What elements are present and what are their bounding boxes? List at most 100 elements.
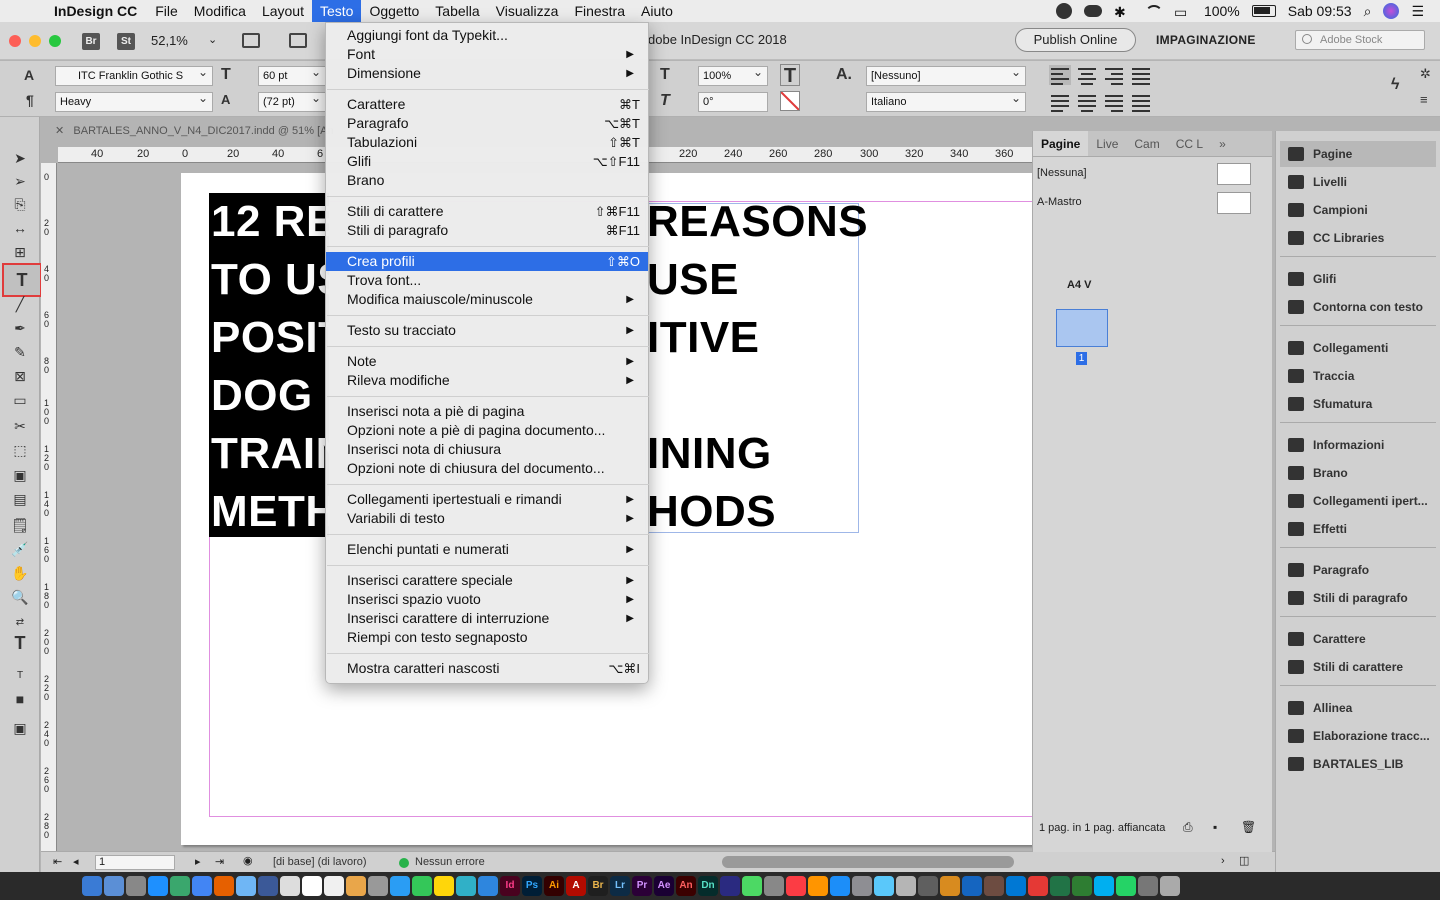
preflight-errors[interactable]: Nessun errore bbox=[415, 856, 485, 868]
app-icon-7[interactable] bbox=[962, 876, 982, 896]
gap-tool-icon[interactable]: ↔ bbox=[10, 218, 30, 238]
dock-elaborazione-tracc[interactable]: Elaborazione tracc... bbox=[1280, 723, 1436, 749]
menu-aiuto[interactable]: Aiuto bbox=[633, 0, 681, 22]
tab-live[interactable]: Live bbox=[1088, 131, 1126, 156]
dock-informazioni[interactable]: Informazioni bbox=[1280, 432, 1436, 458]
app-icon-11[interactable] bbox=[1072, 876, 1092, 896]
menu-item-opzioni-note-chiusura[interactable]: Opzioni note di chiusura del documento..… bbox=[326, 459, 648, 478]
photos-app-icon[interactable] bbox=[346, 876, 366, 896]
bluetooth-icon[interactable]: ✱ bbox=[1114, 4, 1132, 20]
downloads-icon[interactable] bbox=[1138, 876, 1158, 896]
menu-item-crea-profili[interactable]: Crea profili ⇧⌘O bbox=[326, 252, 648, 271]
menu-item-collegamenti-ipertestuali[interactable]: Collegamenti ipertestuali e rimandi ▶ bbox=[326, 490, 648, 509]
after-effects-icon[interactable]: Ae bbox=[654, 876, 674, 896]
font-family-field[interactable]: ITC Franklin Gothic S bbox=[55, 63, 213, 86]
calendar-icon[interactable] bbox=[280, 876, 300, 896]
screen-mode-tool-icon[interactable]: ▣ bbox=[10, 718, 30, 738]
preflight-profile-icon[interactable]: ◉ bbox=[243, 854, 253, 867]
menu-item-note[interactable]: Note ▶ bbox=[326, 352, 648, 371]
menu-item-trova-font[interactable]: Trova font... bbox=[326, 271, 648, 290]
first-page-icon[interactable]: ⇤ bbox=[53, 855, 62, 868]
type-tool-icon[interactable]: T bbox=[2, 263, 42, 297]
page-tool-icon[interactable]: ⎘ bbox=[10, 194, 30, 214]
menu-item-inserisci-carattere-speciale[interactable]: Inserisci carattere speciale ▶ bbox=[326, 571, 648, 590]
dock-contorna[interactable]: Contorna con testo bbox=[1280, 294, 1436, 320]
app-menu[interactable]: InDesign CC bbox=[42, 3, 147, 19]
lightning-icon[interactable]: ϟ bbox=[1391, 76, 1399, 94]
leading-field[interactable]: (72 pt) bbox=[258, 89, 326, 112]
align-left-button[interactable] bbox=[1049, 65, 1071, 85]
pen-tool-icon[interactable]: ✒ bbox=[10, 318, 30, 338]
finder-icon[interactable] bbox=[82, 876, 102, 896]
lightroom-icon[interactable]: Lr bbox=[610, 876, 630, 896]
formatting-container-icon[interactable]: T bbox=[10, 666, 30, 686]
page-number-field[interactable]: 1 bbox=[95, 855, 175, 870]
whatsapp-icon[interactable] bbox=[1116, 876, 1136, 896]
gradient-feather-tool-icon[interactable]: ▤ bbox=[10, 489, 30, 509]
document-tab[interactable]: ✕ BARTALES_ANNO_V_N4_DIC2017.indd @ 51% … bbox=[55, 124, 334, 142]
menu-item-carattere[interactable]: Carattere ⌘T bbox=[326, 95, 648, 114]
horizontal-scrollbar[interactable] bbox=[722, 856, 1014, 868]
justify-all-button[interactable] bbox=[1130, 92, 1152, 112]
menu-item-brano[interactable]: Brano bbox=[326, 171, 648, 190]
justify-center-button[interactable] bbox=[1076, 92, 1098, 112]
trash-dock-icon[interactable] bbox=[1160, 876, 1180, 896]
zoom-tool-icon[interactable]: 🔍 bbox=[10, 587, 30, 607]
menu-item-glifi[interactable]: Glifi ⌥⇧F11 bbox=[326, 152, 648, 171]
zoom-window-button[interactable] bbox=[49, 35, 61, 47]
tab-pagine[interactable]: Pagine bbox=[1033, 131, 1089, 156]
default-colors-icon[interactable]: ⇄ bbox=[10, 613, 30, 633]
master-none[interactable]: [Nessuna] bbox=[1037, 167, 1087, 179]
font-style-field[interactable]: Heavy bbox=[55, 89, 213, 112]
dock-stili-carattere[interactable]: Stili di carattere bbox=[1280, 654, 1436, 680]
system-preferences-icon[interactable] bbox=[852, 876, 872, 896]
mail-icon[interactable] bbox=[236, 876, 256, 896]
minimize-window-button[interactable] bbox=[29, 35, 41, 47]
headline-text-black[interactable]: REASONS USE ITIVE INING HODS bbox=[647, 193, 868, 541]
app-icon-6[interactable] bbox=[940, 876, 960, 896]
rectangle-tool-icon[interactable]: ▭ bbox=[10, 390, 30, 410]
menu-item-paragrafo[interactable]: Paragrafo ⌥⌘T bbox=[326, 114, 648, 133]
notes-icon[interactable] bbox=[302, 876, 322, 896]
menu-item-font[interactable]: Font ▶ bbox=[326, 45, 648, 64]
app-icon-3[interactable] bbox=[764, 876, 784, 896]
selection-tool-icon[interactable]: ➤ bbox=[10, 148, 30, 168]
photoshop-icon[interactable]: Ps bbox=[522, 876, 542, 896]
gradient-swatch-tool-icon[interactable]: ▣ bbox=[10, 465, 30, 485]
menu-item-dimensione[interactable]: Dimensione ▶ bbox=[326, 64, 648, 83]
reminders-icon[interactable] bbox=[324, 876, 344, 896]
acrobat-icon[interactable]: A bbox=[566, 876, 586, 896]
menu-item-rileva-modifiche[interactable]: Rileva modifiche ▶ bbox=[326, 371, 648, 390]
pages-app-icon[interactable] bbox=[434, 876, 454, 896]
character-style-field[interactable]: [Nessuno] bbox=[866, 63, 1026, 86]
dock-traccia[interactable]: Traccia bbox=[1280, 363, 1436, 389]
music-icon[interactable] bbox=[786, 876, 806, 896]
free-transform-tool-icon[interactable]: ⬚ bbox=[10, 440, 30, 460]
menu-item-inserisci-carattere-interruzione[interactable]: Inserisci carattere di interruzione ▶ bbox=[326, 609, 648, 628]
next-page-icon[interactable]: ▸ bbox=[195, 855, 201, 868]
screen-mode-icon[interactable] bbox=[289, 33, 307, 48]
character-mode-icon[interactable]: A bbox=[24, 67, 34, 83]
justify-right-button[interactable] bbox=[1103, 92, 1125, 112]
trash-icon[interactable]: 🗑 bbox=[1241, 820, 1256, 834]
workspace-switcher[interactable]: IMPAGINAZIONE bbox=[1156, 33, 1256, 47]
animate-icon[interactable]: An bbox=[676, 876, 696, 896]
menu-testo[interactable]: Testo bbox=[311, 0, 362, 22]
gear-icon[interactable]: ✲ bbox=[1420, 66, 1431, 82]
dock-glifi[interactable]: Glifi bbox=[1280, 266, 1436, 292]
dock-collegamenti-ipert[interactable]: Collegamenti ipert... bbox=[1280, 488, 1436, 514]
font-size-field[interactable]: 60 pt bbox=[258, 63, 326, 86]
tab-campioni[interactable]: Cam bbox=[1126, 131, 1167, 156]
dock-livelli[interactable]: Livelli bbox=[1280, 169, 1436, 195]
apply-color-icon[interactable]: ■ bbox=[10, 689, 30, 709]
excel-icon[interactable] bbox=[1050, 876, 1070, 896]
dock-stili-paragrafo[interactable]: Stili di paragrafo bbox=[1280, 585, 1436, 611]
menu-file[interactable]: File bbox=[147, 0, 186, 22]
panel-menu-icon[interactable]: ≡ bbox=[1420, 92, 1428, 107]
menu-item-testo-su-tracciato[interactable]: Testo su tracciato ▶ bbox=[326, 321, 648, 340]
menu-item-mostra-caratteri-nascosti[interactable]: Mostra caratteri nascosti ⌥⌘I bbox=[326, 659, 648, 678]
close-window-button[interactable] bbox=[9, 35, 21, 47]
illustrator-icon[interactable]: Ai bbox=[544, 876, 564, 896]
dock-paragrafo[interactable]: Paragrafo bbox=[1280, 557, 1436, 583]
dock-campioni[interactable]: Campioni bbox=[1280, 197, 1436, 223]
